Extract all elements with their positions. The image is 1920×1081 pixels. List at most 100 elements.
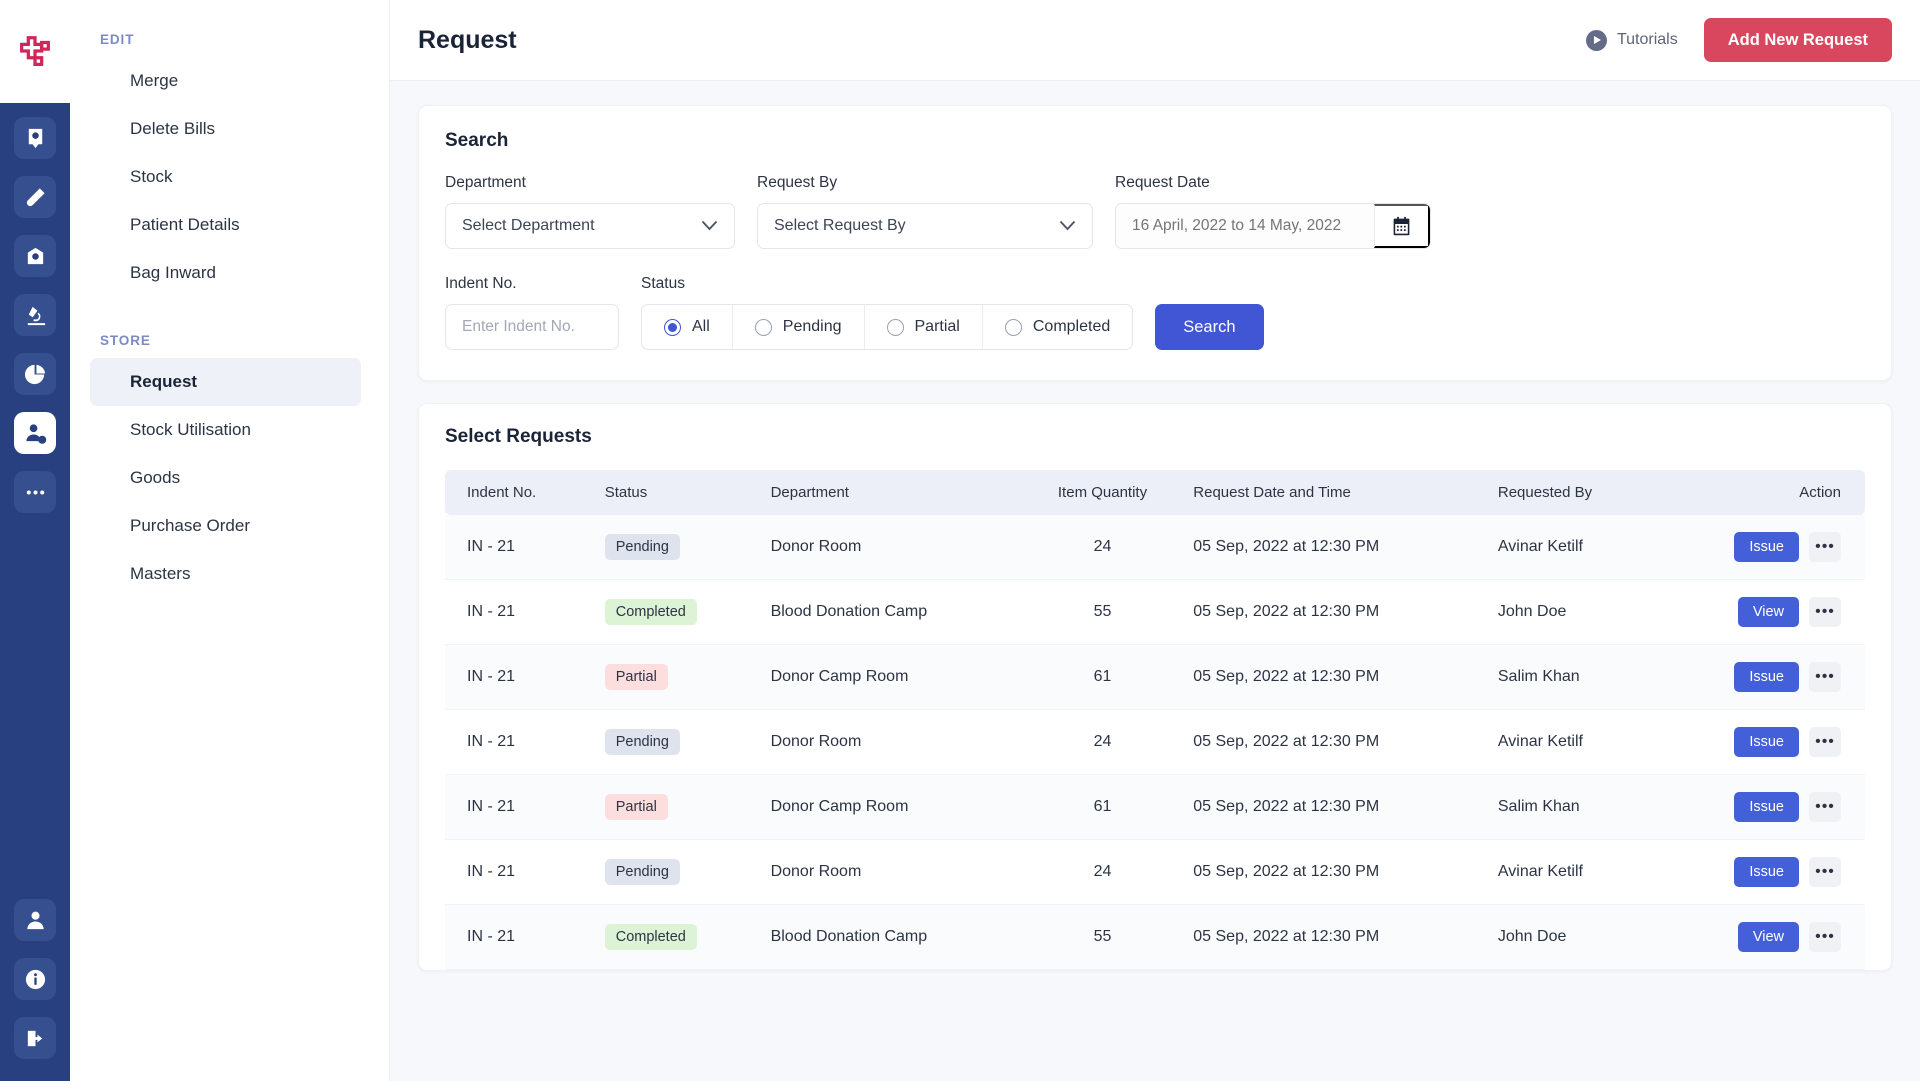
- cell-requested-by: Avinar Ketilf: [1487, 709, 1657, 775]
- status-label: Status: [641, 275, 685, 292]
- request-date-input[interactable]: [1116, 204, 1374, 248]
- department-select-value: Select Department: [462, 217, 595, 234]
- user-settings-icon: [25, 423, 46, 444]
- row-more-button[interactable]: •••: [1809, 727, 1841, 757]
- sidebar-item-label: Purchase Order: [130, 516, 250, 535]
- th-requested-by: Requested By: [1487, 470, 1657, 515]
- department-select[interactable]: Select Department: [445, 203, 735, 249]
- row-action-button[interactable]: Issue: [1734, 857, 1799, 887]
- rail-item-info[interactable]: [14, 958, 56, 1000]
- status-radio-pending[interactable]: Pending: [733, 305, 865, 349]
- sidebar-item-patient-details[interactable]: Patient Details: [90, 201, 361, 249]
- table-row[interactable]: IN - 21 Pending Donor Room 24 05 Sep, 2022 a…: [445, 839, 1865, 905]
- cell-status: Partial: [594, 774, 761, 840]
- th-department: Department: [760, 470, 1022, 515]
- blood-bag-icon: [28, 128, 42, 148]
- cell-department: Donor Room: [760, 709, 1022, 775]
- table-row[interactable]: IN - 21 Completed Blood Donation Camp 55 05 …: [445, 904, 1865, 970]
- cell-item-quantity: 61: [1021, 774, 1184, 840]
- table-row[interactable]: IN - 21 Partial Donor Camp Room 61 05 Sep, 2…: [445, 644, 1865, 710]
- status-badge: Completed: [604, 924, 697, 950]
- requests-panel-title: Select Requests: [445, 426, 592, 447]
- app-logo: [0, 0, 70, 103]
- indent-no-field: Indent No.: [445, 275, 619, 350]
- sidebar-item-purchase-order[interactable]: Purchase Order: [90, 502, 361, 550]
- top-bar: Request Tutorials Add New Request: [390, 0, 1920, 81]
- cell-status: Completed: [594, 579, 761, 645]
- indent-no-input[interactable]: [445, 304, 619, 350]
- sidebar-group-edit: EDIT Merge Delete Bills Stock Patient De…: [70, 22, 389, 297]
- status-badge: Pending: [604, 729, 680, 755]
- cell-action: Issue •••: [1656, 839, 1865, 905]
- icon-rail: [0, 0, 70, 1081]
- rail-item-more[interactable]: [14, 471, 56, 513]
- cell-action: View •••: [1656, 904, 1865, 970]
- sidebar-item-delete-bills[interactable]: Delete Bills: [90, 105, 361, 153]
- cell-requested-by: Salim Khan: [1487, 774, 1657, 840]
- table-row[interactable]: IN - 21 Completed Blood Donation Camp 55 05 …: [445, 579, 1865, 645]
- cell-status: Completed: [594, 904, 761, 970]
- calendar-icon: [1393, 216, 1410, 235]
- page-title: Request: [418, 25, 517, 54]
- table-row[interactable]: IN - 21 Pending Donor Room 24 05 Sep, 2022 a…: [445, 515, 1865, 580]
- table-row[interactable]: IN - 21 Pending Donor Room 24 05 Sep, 2022 a…: [445, 709, 1865, 775]
- row-more-button[interactable]: •••: [1809, 597, 1841, 627]
- status-radio-completed[interactable]: Completed: [983, 305, 1132, 349]
- cell-request-datetime: 05 Sep, 2022 at 12:30 PM: [1183, 904, 1488, 970]
- indent-no-label: Indent No.: [445, 275, 517, 292]
- rail-item-logout[interactable]: [14, 1017, 56, 1059]
- user-icon: [26, 911, 44, 929]
- cell-requested-by: Avinar Ketilf: [1487, 515, 1657, 580]
- sidebar-item-merge[interactable]: Merge: [90, 57, 361, 105]
- cell-indent-no: IN - 21: [445, 774, 595, 840]
- row-action-button[interactable]: View: [1737, 922, 1799, 952]
- calendar-button[interactable]: [1374, 204, 1430, 248]
- cell-department: Donor Camp Room: [760, 644, 1022, 710]
- logout-icon: [27, 1030, 42, 1046]
- status-badge: Pending: [604, 534, 680, 560]
- department-field: Department Select Department: [445, 174, 735, 249]
- row-more-button[interactable]: •••: [1809, 857, 1841, 887]
- row-actions: Issue •••: [1667, 792, 1841, 822]
- row-action-button[interactable]: Issue: [1734, 727, 1799, 757]
- rail-item-profile[interactable]: [14, 899, 56, 941]
- request-by-select[interactable]: Select Request By: [757, 203, 1093, 249]
- search-submit-button[interactable]: Search: [1155, 304, 1264, 350]
- sidebar-item-request[interactable]: Request: [90, 358, 361, 406]
- cell-indent-no: IN - 21: [445, 515, 595, 580]
- add-new-request-button[interactable]: Add New Request: [1703, 18, 1892, 62]
- row-more-button[interactable]: •••: [1809, 662, 1841, 692]
- row-action-button[interactable]: Issue: [1734, 532, 1799, 562]
- microscope-icon: [27, 306, 45, 325]
- row-more-button[interactable]: •••: [1809, 922, 1841, 952]
- rail-item-microscope[interactable]: [14, 294, 56, 336]
- row-action-button[interactable]: Issue: [1734, 792, 1799, 822]
- chevron-down-icon: [701, 218, 718, 234]
- status-radio-partial[interactable]: Partial: [865, 305, 983, 349]
- rail-item-user-settings[interactable]: [14, 412, 56, 454]
- row-more-button[interactable]: •••: [1809, 792, 1841, 822]
- cell-status: Partial: [594, 644, 761, 710]
- th-item-quantity: Item Quantity: [1021, 470, 1184, 515]
- tutorials-button[interactable]: Tutorials: [1585, 29, 1678, 51]
- requests-table-body: IN - 21 Pending Donor Room 24 05 Sep, 2022 a…: [445, 515, 1865, 970]
- cell-action: Issue •••: [1656, 644, 1865, 710]
- sidebar-item-masters[interactable]: Masters: [90, 550, 361, 598]
- table-row[interactable]: IN - 21 Partial Donor Camp Room 61 05 Sep, 2…: [445, 774, 1865, 840]
- sidebar-item-goods[interactable]: Goods: [90, 454, 361, 502]
- rail-item-centrifuge[interactable]: [14, 235, 56, 277]
- sidebar-item-bag-inward[interactable]: Bag Inward: [90, 249, 361, 297]
- row-action-button[interactable]: View: [1737, 597, 1799, 627]
- row-more-button[interactable]: •••: [1809, 532, 1841, 562]
- info-icon: [25, 969, 45, 989]
- rail-item-blood-bag[interactable]: [14, 117, 56, 159]
- status-radio-all[interactable]: All: [642, 305, 733, 349]
- sidebar-item-stock[interactable]: Stock: [90, 153, 361, 201]
- sidebar-item-stock-utilisation[interactable]: Stock Utilisation: [90, 406, 361, 454]
- row-action-button[interactable]: Issue: [1734, 662, 1799, 692]
- rail-item-test-tube[interactable]: [14, 176, 56, 218]
- th-indent-no: Indent No.: [445, 470, 595, 515]
- row-actions: View •••: [1667, 922, 1841, 952]
- rail-item-reports[interactable]: [14, 353, 56, 395]
- request-by-label: Request By: [757, 174, 838, 191]
